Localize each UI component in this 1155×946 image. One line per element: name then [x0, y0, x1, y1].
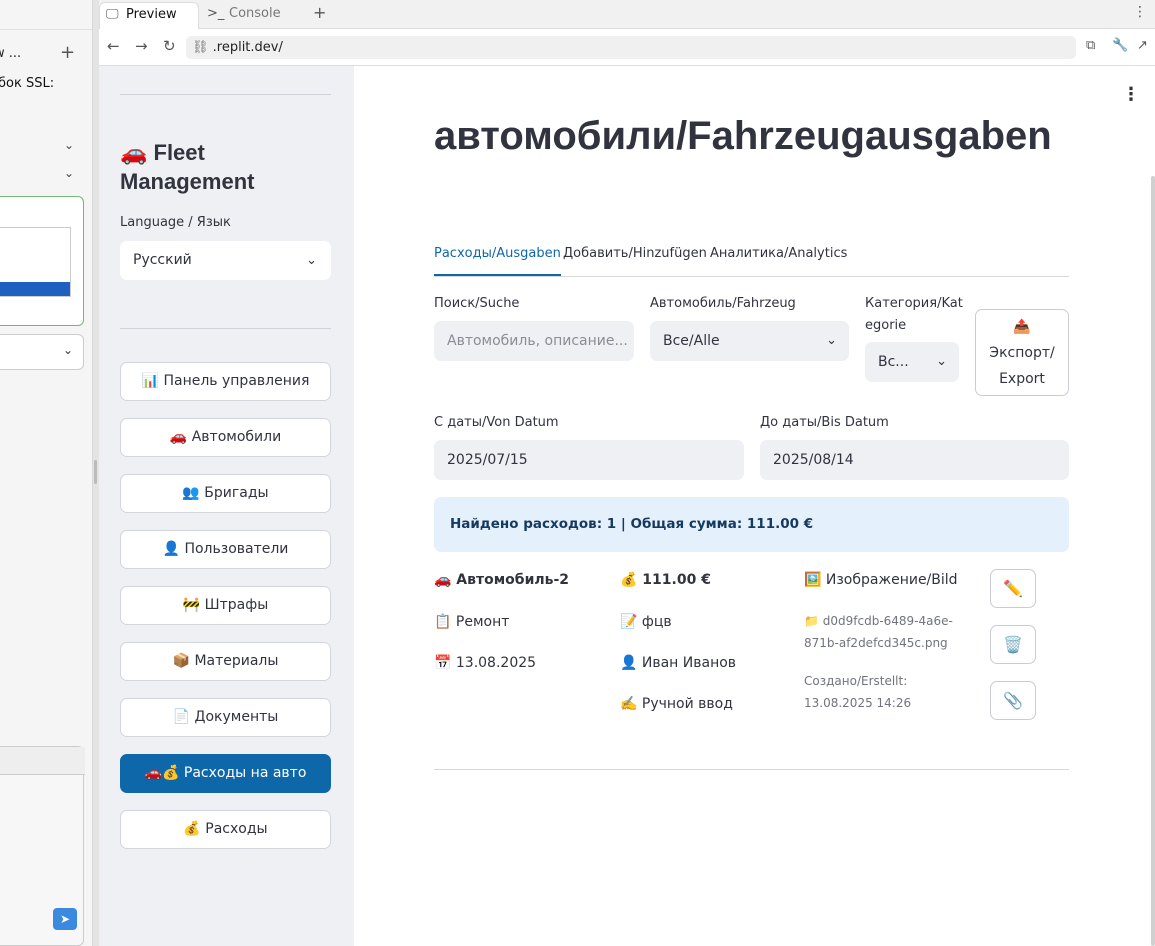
expense-category: 📋 Ремонт — [434, 614, 510, 630]
more-vertical-icon[interactable]: ⋮ — [1122, 84, 1140, 105]
monitor-icon: 🖵 — [106, 7, 119, 22]
date-from-input[interactable]: 2025/07/15 — [434, 440, 744, 480]
reload-icon[interactable]: ↻ — [163, 37, 176, 55]
attach-button[interactable]: 📎 — [990, 681, 1036, 720]
chat-header — [0, 747, 85, 775]
tab-analytics[interactable]: Аналитика/Analytics — [710, 246, 847, 276]
edit-button[interactable]: ✏️ — [990, 569, 1036, 608]
more-vertical-icon[interactable]: ⋮ — [1133, 4, 1147, 20]
workspace-header — [0, 0, 92, 30]
url-text: .replit.dev/ — [212, 40, 283, 55]
chevron-down-icon[interactable]: ⌄ — [64, 138, 74, 152]
language-label: Language / Язык — [120, 215, 231, 230]
export-label-1: Экспорт/ — [989, 345, 1055, 361]
forward-arrow-icon[interactable]: → — [135, 37, 148, 55]
tab-label: Preview — [126, 7, 177, 22]
nav-vehicles-button[interactable]: 🚗 Автомобили — [120, 418, 331, 457]
back-arrow-icon[interactable]: ← — [107, 37, 120, 55]
send-icon[interactable]: ➤ — [53, 908, 77, 930]
tab-bar: Расходы/Ausgaben Добавить/Hinzufügen Ана… — [434, 242, 1069, 277]
vehicle-value: Все/Alle — [663, 333, 720, 349]
workspace-select[interactable]: ⌄ — [0, 334, 84, 370]
chevron-down-icon: ⌄ — [936, 354, 947, 369]
nav-users-button[interactable]: 👤 Пользователи — [120, 530, 331, 569]
link-icon: ⛓ — [192, 40, 213, 55]
workspace-text: бок SSL: — [0, 76, 55, 91]
expense-user: 👤 Иван Иванов — [620, 655, 737, 671]
devices-icon[interactable]: ⧉ — [1086, 38, 1095, 53]
nav-materials-button[interactable]: 📦 Материалы — [120, 642, 331, 681]
vehicle-select[interactable]: Все/Alle ⌄ — [650, 321, 849, 361]
divider — [120, 328, 331, 329]
url-input[interactable]: ⛓ .replit.dev/ — [186, 36, 1076, 59]
tab-expenses[interactable]: Расходы/Ausgaben — [434, 246, 561, 276]
language-value: Русский — [133, 252, 192, 268]
chevron-down-icon: ⌄ — [826, 333, 837, 348]
category-label: Категория/Kat — [865, 296, 963, 311]
nav-vehicle-expenses-button[interactable]: 🚗💰 Расходы на авто — [120, 754, 331, 793]
expense-file-name: 📁 d0d9fcdb-6489-4a6e-871b-af2defcd345c.p… — [804, 614, 953, 650]
vehicle-label: Автомобиль/Fahrzeug — [650, 296, 796, 311]
preview-thumbnail[interactable] — [0, 196, 84, 326]
nav-dashboard-button[interactable]: 📊 Панель управления — [120, 362, 331, 401]
nav-expenses-button[interactable]: 💰 Расходы — [120, 810, 331, 849]
delete-button[interactable]: 🗑️ — [990, 625, 1036, 664]
expense-created: Создано/Erstellt: 13.08.2025 14:26 — [804, 674, 912, 710]
language-select[interactable]: Русский ⌄ — [120, 241, 331, 280]
expense-date: 📅 13.08.2025 — [434, 655, 537, 671]
add-tab-icon[interactable]: + — [60, 42, 75, 63]
terminal-icon: >_ — [207, 6, 225, 21]
page-title: автомобили/Fahrzeugausgaben — [434, 114, 1052, 158]
main-content: ⋮ автомобили/Fahrzeugausgaben Расходы/Au… — [354, 66, 1155, 946]
resize-handle[interactable] — [94, 460, 97, 484]
add-tab-icon[interactable]: + — [313, 3, 326, 22]
edit-icon: ✏️ — [1003, 579, 1023, 598]
divider — [434, 769, 1069, 770]
trash-icon: 🗑️ — [1003, 635, 1023, 654]
browser-tab-bar: 🖵 Preview >_ Console + ⋮ — [99, 0, 1155, 29]
app-sidebar: 🚗 Fleet Management Language / Язык Русск… — [99, 66, 354, 946]
chevron-down-icon: ⌄ — [63, 343, 74, 357]
wrench-icon[interactable]: 🔧 — [1112, 38, 1128, 53]
date-to-input[interactable]: 2025/08/14 — [760, 440, 1069, 480]
date-from-label: С даты/Von Datum — [434, 415, 559, 430]
date-to-label: До даты/Bis Datum — [760, 415, 889, 430]
address-bar: ← → ↻ ⛓ .replit.dev/ ⧉ 🔧 ↗ — [99, 29, 1155, 66]
expense-entry-type: ✍️ Ручной ввод — [620, 696, 733, 712]
search-label: Поиск/Suche — [434, 296, 520, 311]
chevron-down-icon[interactable]: ⌄ — [64, 166, 74, 180]
external-link-icon[interactable]: ↗ — [1137, 38, 1148, 53]
expense-amount: 💰 111.00 € — [620, 572, 711, 588]
category-label-cont: egorie — [865, 318, 907, 333]
search-input[interactable]: Автомобиль, описание... — [434, 321, 634, 361]
category-value: Вс... — [878, 354, 909, 370]
chevron-down-icon: ⌄ — [306, 253, 317, 268]
nav-fines-button[interactable]: 🚧 Штрафы — [120, 586, 331, 625]
expense-image-label: 🖼️ Изображение/Bild — [804, 572, 958, 588]
nav-documents-button[interactable]: 📄 Документы — [120, 698, 331, 737]
category-select[interactable]: Вс... ⌄ — [865, 342, 959, 382]
expense-description: 📝 фцв — [620, 614, 672, 630]
app-title: 🚗 Fleet Management — [120, 140, 255, 194]
paperclip-icon: 📎 — [1003, 691, 1023, 710]
divider — [120, 94, 331, 95]
scrollbar[interactable] — [1151, 176, 1155, 946]
thumbnail-bar — [0, 282, 70, 296]
tab-console[interactable]: >_ Console — [201, 2, 301, 29]
export-icon: 📤 — [1013, 319, 1031, 335]
tab-preview[interactable]: 🖵 Preview — [99, 2, 199, 29]
export-button[interactable]: 📤 Экспорт/ Export — [975, 309, 1069, 396]
expense-vehicle: 🚗 Автомобиль-2 — [434, 572, 570, 588]
export-label-2: Export — [999, 371, 1045, 387]
tab-label: Console — [229, 6, 281, 21]
workspace-panel: w ... + бок SSL: ⌄ ⌄ ⌄ ➤ — [0, 0, 93, 946]
nav-teams-button[interactable]: 👥 Бригады — [120, 474, 331, 513]
tab-add[interactable]: Добавить/Hinzufügen — [563, 246, 707, 276]
summary-banner: Найдено расходов: 1 | Общая сумма: 111.0… — [434, 497, 1069, 552]
